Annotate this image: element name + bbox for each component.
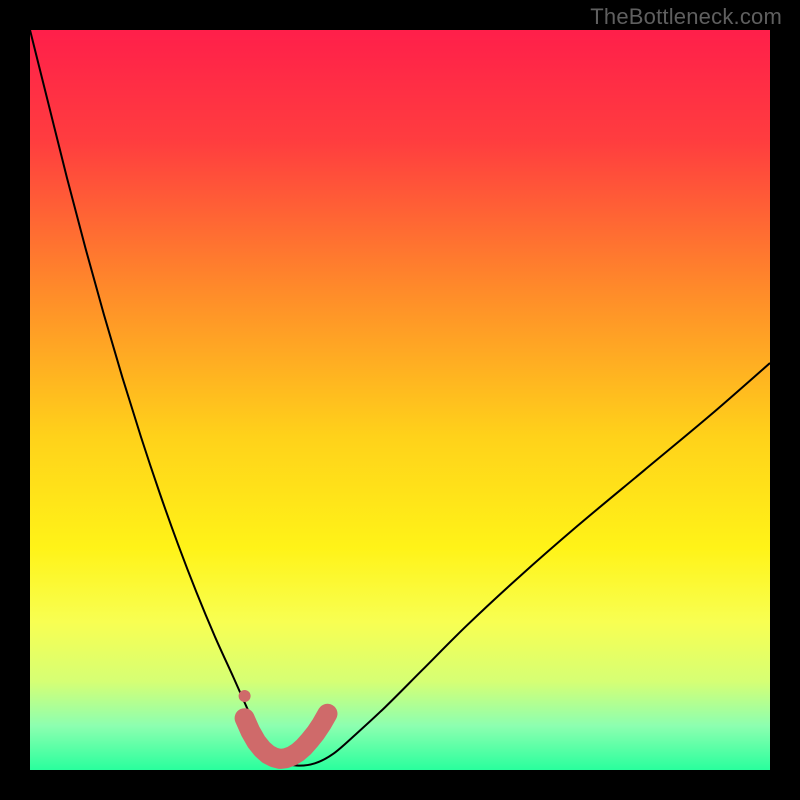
bottleneck-chart (0, 0, 800, 800)
chart-frame: TheBottleneck.com (0, 0, 800, 800)
trough-dot-icon (239, 690, 251, 702)
watermark-text: TheBottleneck.com (590, 4, 782, 30)
gradient-background (30, 30, 770, 770)
